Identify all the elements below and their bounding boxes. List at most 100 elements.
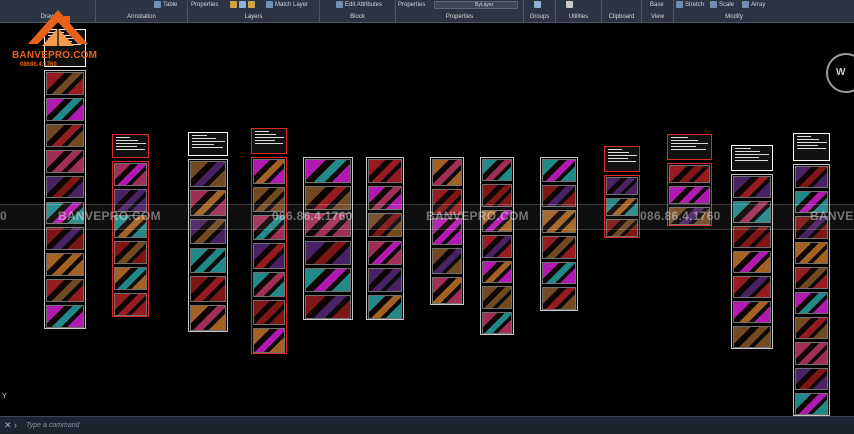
command-input[interactable]	[22, 420, 850, 431]
layer-properties-button[interactable]: Properties	[191, 1, 218, 10]
drawing-canvas[interactable]: 0 BANVEPRO.COM 086.86.4.1760 BANVEPRO.CO…	[0, 23, 854, 416]
drawing-panel	[190, 247, 226, 274]
drawing-panel	[795, 266, 828, 289]
drawing-panel	[46, 253, 84, 277]
watermark-phone-right: 086.86.4.1760	[640, 209, 721, 223]
watermark-brand-right: BANVE	[810, 209, 854, 223]
drawing-panel	[305, 240, 351, 265]
drawing-panel	[482, 235, 512, 258]
title-block	[188, 132, 228, 156]
drawing-panel	[253, 243, 285, 269]
drawing-panel	[114, 241, 147, 264]
command-line: ✕ ›	[0, 416, 854, 434]
drawing-panel	[542, 261, 576, 285]
drawing-panel	[482, 159, 512, 182]
title-block	[793, 133, 830, 161]
array-icon	[742, 1, 749, 8]
ribbon-label-layers[interactable]: Layers	[188, 13, 319, 21]
compass-west-label: W	[836, 67, 846, 78]
match-layer-button[interactable]: Match Layer	[266, 1, 308, 10]
layer-lock-icon	[248, 1, 255, 8]
drawing-panel	[432, 277, 462, 304]
drawing-panel	[190, 276, 226, 303]
drawing-panel	[482, 311, 512, 334]
drawing-panel	[253, 299, 285, 325]
scale-button[interactable]: Scale	[710, 1, 734, 10]
match-layer-icon	[266, 1, 273, 8]
ribbon-panel-properties: Properties ByLayer Properties	[396, 0, 524, 22]
ribbon-panel-utilities: Utilities	[556, 0, 602, 22]
drawing-panel	[795, 367, 828, 390]
logo-name: BANVEPRO.COM	[12, 50, 98, 61]
drawing-panel	[253, 271, 285, 297]
drawing-panel	[114, 163, 147, 186]
group-button[interactable]	[534, 1, 543, 10]
ribbon-panel-view: Base View	[642, 0, 674, 22]
drawing-panel	[733, 276, 771, 298]
layer-tools[interactable]	[230, 1, 257, 10]
drawing-panel	[253, 159, 285, 185]
drawing-panel	[542, 159, 576, 182]
drawing-panel	[190, 161, 226, 187]
title-block	[604, 146, 640, 172]
ucs-icon: Y	[2, 393, 7, 400]
linetype-select[interactable]: ByLayer	[434, 1, 518, 9]
title-block	[667, 134, 712, 160]
ribbon-label-properties[interactable]: Properties	[396, 13, 523, 21]
drawing-panel	[305, 159, 351, 184]
viewcube-compass[interactable]: W	[826, 53, 854, 93]
drawing-panel	[482, 260, 512, 284]
edit-attributes-button[interactable]: Edit Attributes	[336, 1, 382, 10]
table-button[interactable]: Table	[154, 1, 177, 10]
match-properties-button[interactable]: Properties	[398, 1, 425, 10]
watermark-phone-left: 086.86.4.1760	[272, 209, 353, 223]
scale-icon	[710, 1, 717, 8]
drawing-panel	[795, 166, 828, 189]
group-icon	[534, 1, 541, 8]
ribbon-label-view[interactable]: View	[642, 13, 673, 21]
edit-attributes-icon	[336, 1, 343, 8]
drawing-panel	[733, 251, 771, 273]
stretch-icon	[676, 1, 683, 8]
title-block	[251, 128, 287, 154]
stretch-button[interactable]: Stretch	[676, 1, 704, 10]
ribbon-label-modify[interactable]: Modify	[674, 13, 794, 21]
drawing-panel	[46, 279, 84, 303]
house-logo-icon	[28, 10, 88, 46]
ribbon-label-annotation[interactable]: Annotation	[96, 13, 187, 21]
drawing-panel	[795, 342, 828, 365]
ribbon-label-groups[interactable]: Groups	[524, 13, 555, 21]
layer-icon	[230, 1, 237, 8]
drawing-panel	[114, 293, 147, 316]
drawing-panel	[368, 159, 402, 184]
drawing-panel	[46, 72, 84, 95]
drawing-panel	[46, 97, 84, 121]
measure-icon	[566, 1, 573, 8]
drawing-panel	[482, 286, 512, 309]
measure-button[interactable]	[566, 1, 575, 10]
ribbon-panel-clipboard: Clipboard	[602, 0, 642, 22]
ribbon-panel-groups: Groups	[524, 0, 556, 22]
drawing-panel	[606, 177, 638, 195]
drawing-panel	[46, 227, 84, 251]
ribbon-label-block[interactable]: Block	[320, 13, 395, 21]
ribbon-panel-block: Edit Attributes Block	[320, 0, 396, 22]
ribbon-panel-annotation: Table Annotation	[96, 0, 188, 22]
watermark-brand-mid: BANVEPRO.COM	[426, 209, 529, 223]
ribbon-label-clipboard[interactable]: Clipboard	[602, 13, 641, 21]
ribbon-label-utilities[interactable]: Utilities	[556, 13, 601, 21]
drawing-panel	[795, 241, 828, 264]
drawing-panel	[368, 240, 402, 265]
drawing-panel	[46, 175, 84, 199]
drawing-panel	[190, 305, 226, 331]
ribbon-panel-modify: Stretch Scale Array Modify	[674, 0, 794, 22]
logo-phone: 08686.4.1760	[20, 62, 57, 68]
command-close-icon[interactable]: ✕ ›	[4, 420, 17, 431]
drawing-panel	[733, 301, 771, 323]
base-button[interactable]: Base	[650, 1, 664, 10]
drawing-panel	[368, 294, 402, 319]
watermark-brand-left: BANVEPRO.COM	[58, 209, 161, 223]
drawing-panel	[432, 159, 462, 186]
array-button[interactable]: Array	[742, 1, 765, 10]
title-block	[731, 145, 773, 171]
